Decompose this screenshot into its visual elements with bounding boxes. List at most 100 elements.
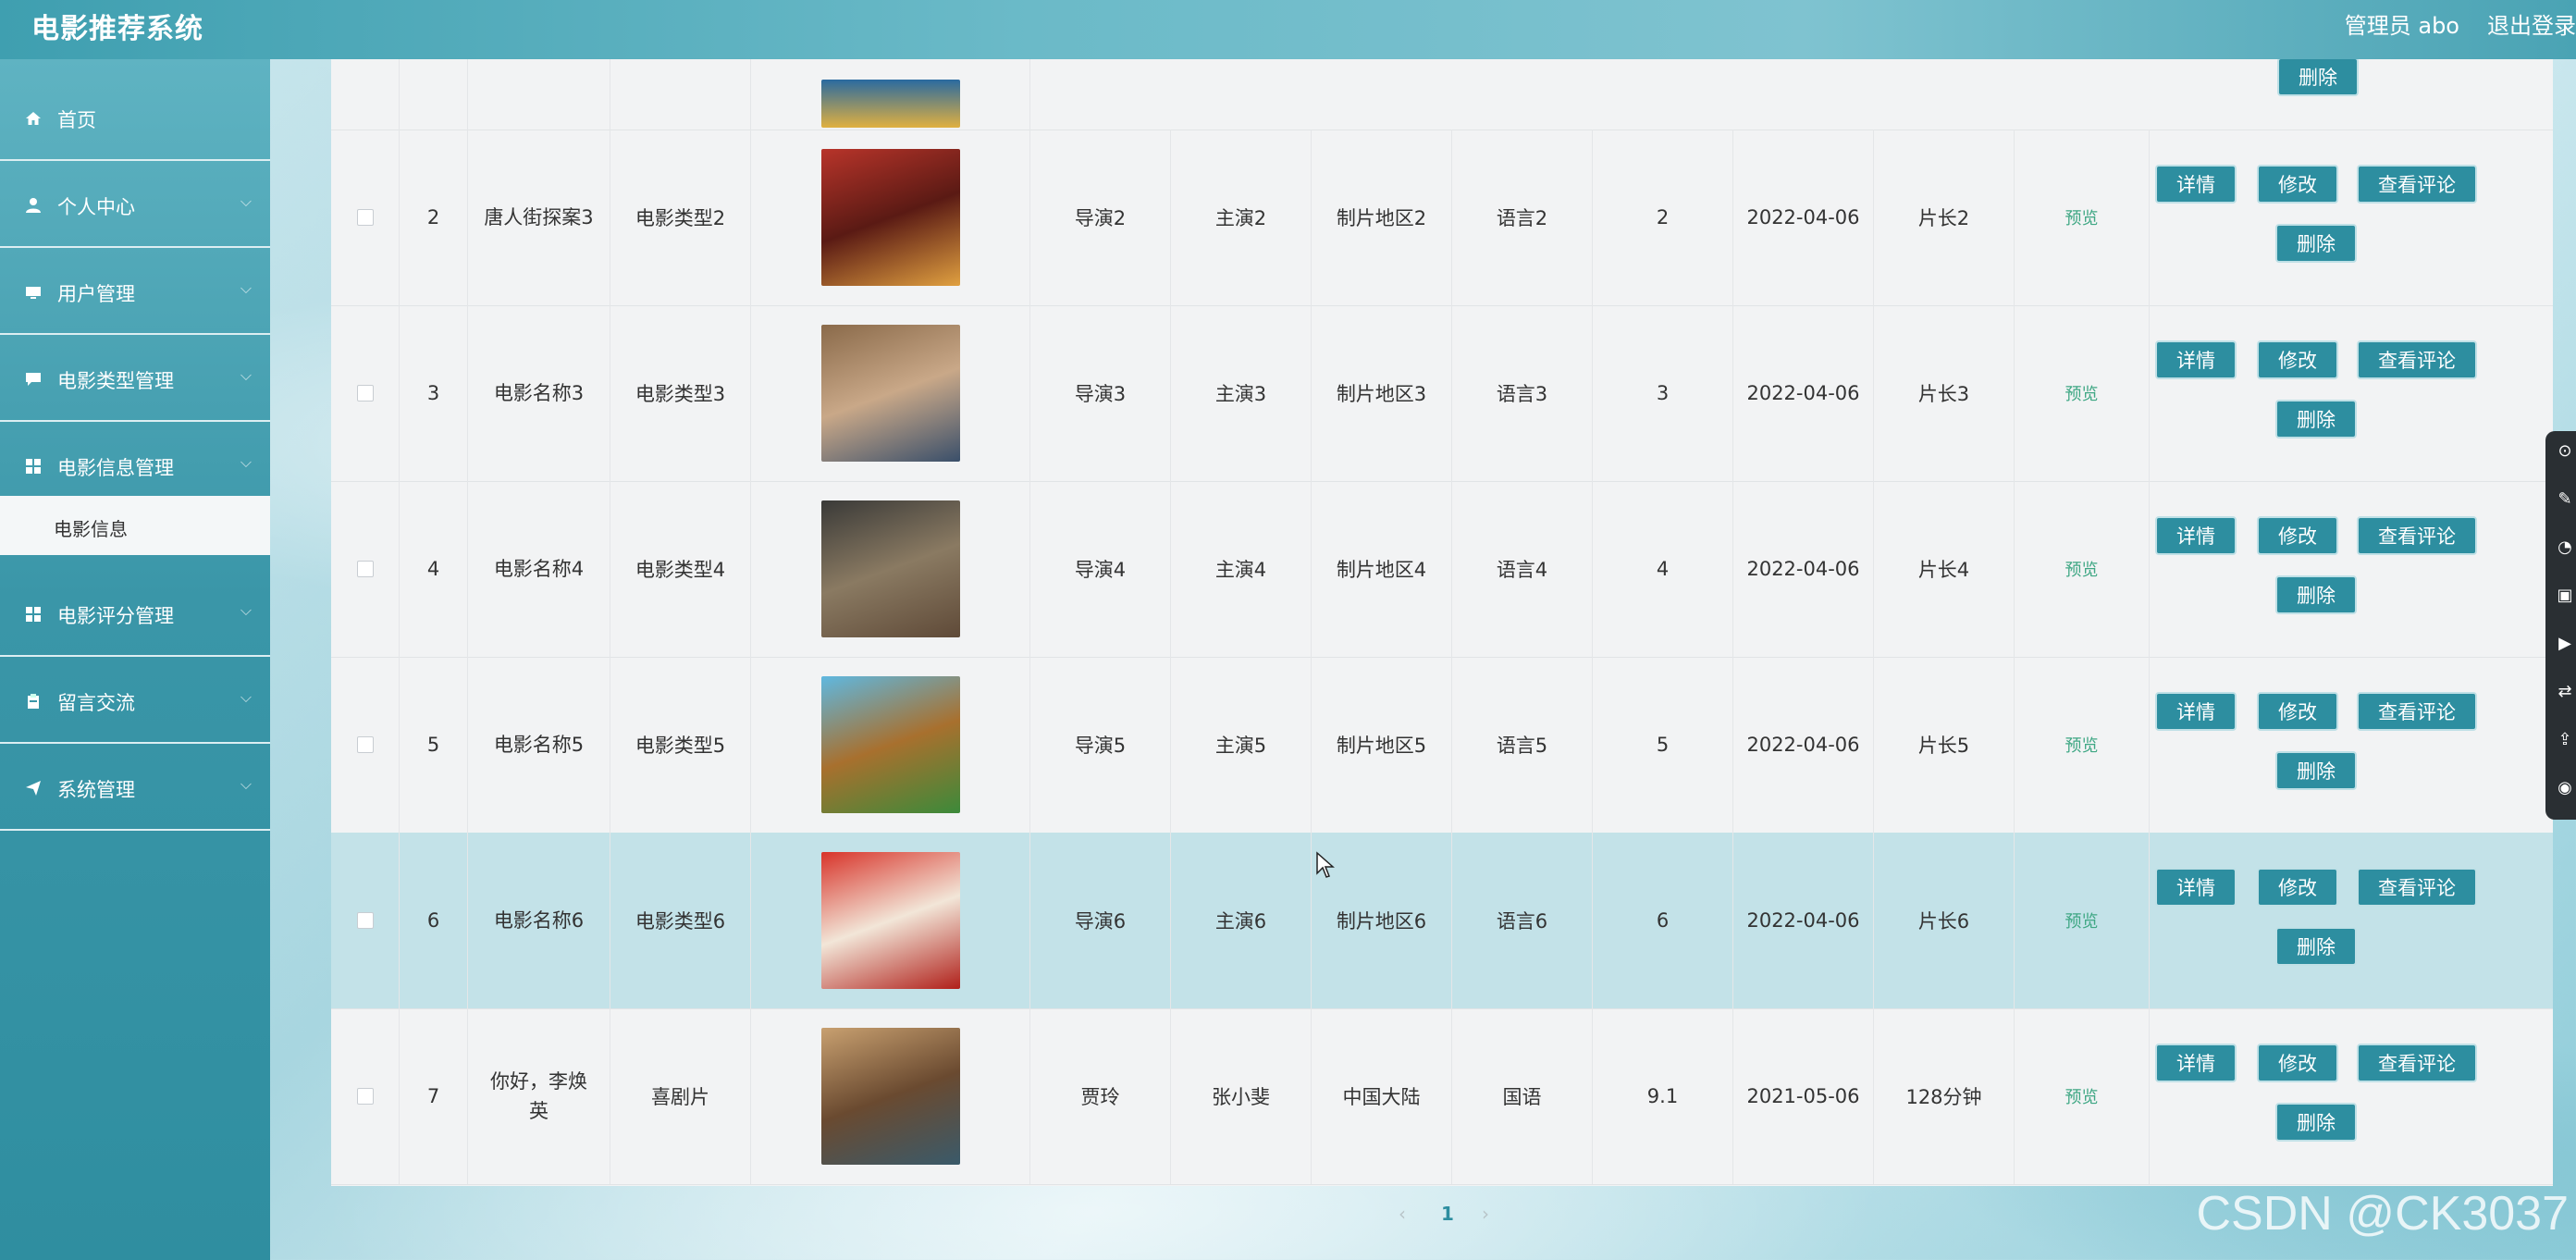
region-cell: 制片地区5	[1312, 657, 1452, 833]
edit-button[interactable]: 修改	[2257, 165, 2338, 204]
name-text: 电影名称6	[493, 909, 585, 932]
row-checkbox[interactable]	[356, 912, 374, 929]
row-actions: 详情 修改 查看评论 删除	[2150, 657, 2553, 833]
region-text: 制片地区2	[1336, 207, 1427, 229]
row-checkbox[interactable]	[356, 209, 374, 226]
detail-button[interactable]: 详情	[2155, 516, 2237, 555]
edit-button[interactable]: 修改	[2257, 692, 2338, 731]
actor-text: 主演2	[1214, 207, 1267, 229]
mouse-cursor-icon	[1315, 851, 1336, 883]
preview-link[interactable]: 预览	[2065, 733, 2099, 757]
pen-icon[interactable]: ✎	[2555, 488, 2575, 509]
home-icon	[24, 109, 43, 128]
detail-button[interactable]: 详情	[2155, 1044, 2237, 1082]
row-checkbox[interactable]	[356, 385, 374, 401]
sidebar-item-movie-ratings[interactable]: 电影评分管理 ⌵	[0, 572, 270, 657]
sidebar-subitem-movie-info[interactable]: 电影信息	[0, 496, 270, 555]
table-row: 2 唐人街探案3 电影类型2 导演2 主演2 制片地区2 语言2 2 2022-04-06 片长2…	[331, 130, 2553, 306]
date-cell: 2022-04-06	[1733, 657, 1874, 833]
index-text: 3	[426, 382, 440, 404]
director-text: 导演6	[1074, 910, 1127, 933]
language-text: 语言3	[1496, 383, 1548, 405]
detail-button[interactable]: 详情	[2155, 340, 2237, 379]
language-text: 语言6	[1496, 910, 1548, 933]
view-comments-button[interactable]: 查看评论	[2357, 1044, 2477, 1082]
movie-poster	[820, 676, 960, 813]
preview-link[interactable]: 预览	[2065, 1084, 2099, 1108]
edit-button[interactable]: 修改	[2257, 340, 2338, 379]
sidebar-subitem-label: 电影信息	[54, 518, 128, 540]
language-text: 语言2	[1496, 207, 1548, 229]
poster-cell	[751, 481, 1030, 657]
search-icon[interactable]: ⊙	[2555, 440, 2575, 461]
sidebar-item-profile[interactable]: 个人中心 ⌵	[0, 163, 270, 248]
actor-cell: 主演5	[1171, 657, 1312, 833]
duration-cell: 片长3	[1874, 305, 2015, 481]
top-bar: 电影推荐系统 管理员 abo 退出登录	[0, 0, 2576, 59]
table-row: 6 电影名称6 电影类型6 导演6 主演6 制片地区6 语言6 6 2022-04-06 片长6 预…	[331, 833, 2553, 1009]
delete-button[interactable]: 删除	[2275, 400, 2357, 439]
row-checkbox[interactable]	[356, 1088, 374, 1105]
sidebar-item-home[interactable]: 首页	[0, 76, 270, 161]
director-cell: 导演2	[1030, 130, 1171, 305]
detail-button[interactable]: 详情	[2155, 692, 2237, 731]
delete-button[interactable]: 删除	[2275, 751, 2357, 790]
view-comments-button[interactable]: 查看评论	[2357, 692, 2477, 731]
sidebar-item-movie-types[interactable]: 电影类型管理 ⌵	[0, 337, 270, 422]
checkbox-cell	[331, 657, 400, 833]
frame-icon[interactable]: ▣	[2555, 585, 2575, 605]
row-checkbox[interactable]	[356, 561, 374, 577]
edit-button[interactable]: 修改	[2257, 868, 2338, 907]
camera-icon[interactable]: ◉	[2555, 777, 2575, 797]
detail-button[interactable]: 详情	[2155, 868, 2237, 907]
swap-icon[interactable]: ⇄	[2555, 681, 2575, 701]
delete-button[interactable]: 删除	[2275, 1103, 2357, 1142]
detail-button[interactable]: 详情	[2155, 165, 2237, 204]
score-text: 5	[1656, 734, 1670, 756]
duration-text: 片长6	[1917, 910, 1970, 933]
score-cell: 4	[1593, 481, 1733, 657]
type-cell: 喜剧片	[610, 1008, 751, 1184]
delete-button[interactable]: 删除	[2275, 224, 2357, 263]
delete-button[interactable]: 删除	[2277, 59, 2359, 96]
index-cell: 2	[400, 130, 468, 305]
type-text: 喜剧片	[651, 1086, 709, 1108]
view-comments-button[interactable]: 查看评论	[2357, 868, 2477, 907]
language-text: 语言4	[1496, 559, 1548, 581]
video-icon[interactable]: ▶	[2555, 633, 2575, 653]
chat-icon	[24, 370, 43, 389]
view-comments-button[interactable]: 查看评论	[2357, 340, 2477, 379]
view-comments-button[interactable]: 查看评论	[2357, 516, 2477, 555]
name-cell: 电影名称3	[468, 305, 610, 481]
preview-link[interactable]: 预览	[2065, 381, 2099, 405]
sidebar-item-system[interactable]: 系统管理 ⌵	[0, 746, 270, 831]
preview-link[interactable]: 预览	[2065, 557, 2099, 581]
logout-link[interactable]: 退出登录	[2487, 7, 2576, 40]
type-text: 电影类型4	[635, 559, 726, 581]
region-text: 制片地区4	[1336, 559, 1427, 581]
preview-link[interactable]: 预览	[2065, 205, 2099, 229]
type-text: 电影类型3	[635, 383, 726, 405]
prev-page-button[interactable]: ‹	[1399, 1203, 1406, 1225]
edit-button[interactable]: 修改	[2257, 1044, 2338, 1082]
view-comments-button[interactable]: 查看评论	[2357, 165, 2477, 204]
row-actions: 详情 修改 查看评论 删除	[2150, 1008, 2553, 1184]
row-checkbox[interactable]	[356, 736, 374, 753]
row-actions: 详情 修改 查看评论 删除	[2150, 305, 2553, 481]
sidebar-item-users[interactable]: 用户管理 ⌵	[0, 250, 270, 335]
score-cell: 6	[1593, 833, 1733, 1008]
export-icon[interactable]: ⇪	[2555, 729, 2575, 749]
preview-cell: 预览	[2015, 130, 2150, 305]
speed-icon[interactable]: ◔	[2555, 537, 2575, 557]
delete-button[interactable]: 删除	[2275, 927, 2357, 966]
poster-cell	[751, 833, 1030, 1008]
next-page-button[interactable]: ›	[1482, 1203, 1489, 1225]
edit-button[interactable]: 修改	[2257, 516, 2338, 555]
sidebar-item-messages[interactable]: 留言交流 ⌵	[0, 659, 270, 744]
preview-link[interactable]: 预览	[2065, 908, 2099, 933]
sidebar-item-label: 电影类型管理	[57, 370, 174, 392]
name-text: 电影名称5	[493, 734, 585, 756]
delete-button[interactable]: 删除	[2275, 575, 2357, 614]
checkbox-cell	[331, 130, 400, 305]
page-number-1[interactable]: 1	[1441, 1203, 1454, 1225]
